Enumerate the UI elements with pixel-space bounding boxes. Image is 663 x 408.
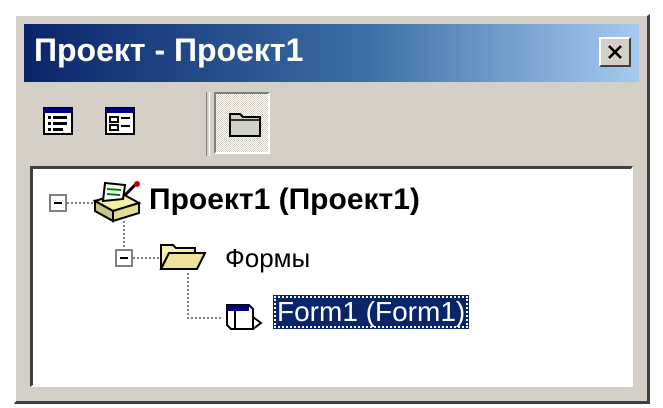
- tree-root-label[interactable]: Проект1 (Проект1): [149, 183, 420, 217]
- close-x-icon: [608, 45, 622, 59]
- project-icon: [92, 181, 142, 223]
- view-object-icon: [105, 107, 135, 135]
- toolbar: [24, 84, 639, 168]
- form-icon: [226, 304, 263, 330]
- view-code-button[interactable]: [30, 92, 86, 154]
- project-explorer-window: Проект - Проект1 Проект1 (Проект1) Формы…: [14, 14, 650, 404]
- title-bar[interactable]: Проект - Проект1: [24, 24, 639, 82]
- folder-collapse-toggle[interactable]: [115, 249, 133, 267]
- window-title: Проект - Проект1: [34, 32, 304, 68]
- view-object-button[interactable]: [92, 92, 148, 154]
- root-collapse-toggle[interactable]: [49, 194, 67, 212]
- toggle-folders-button[interactable]: [214, 92, 270, 154]
- toggle-folders-icon: [229, 113, 261, 137]
- view-code-icon: [43, 107, 73, 135]
- open-folder-icon: [159, 244, 207, 270]
- project-tree[interactable]: Проект1 (Проект1) Формы Form1 (Form1): [30, 166, 633, 387]
- tree-connector: [187, 317, 221, 319]
- tree-connector: [67, 202, 93, 204]
- tree-connector: [187, 273, 189, 319]
- tree-folder-label[interactable]: Формы: [225, 243, 310, 274]
- close-button[interactable]: [599, 37, 631, 67]
- toolbar-separator: [206, 92, 210, 156]
- tree-form-item[interactable]: Form1 (Form1): [273, 295, 470, 329]
